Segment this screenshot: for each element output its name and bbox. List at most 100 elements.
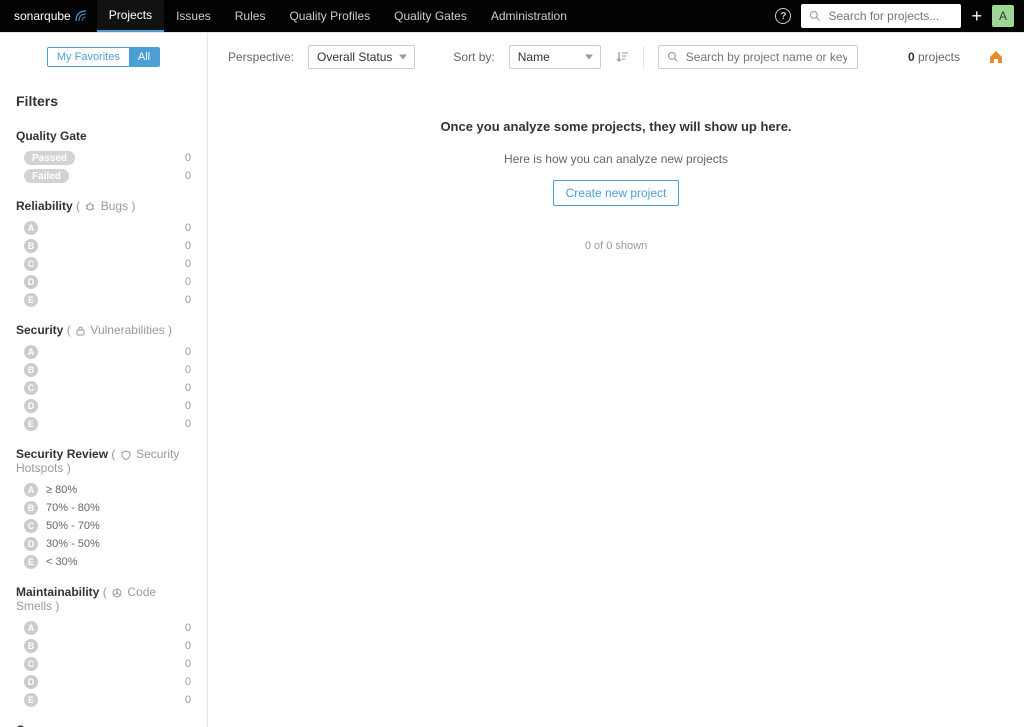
maintainability-rating-e[interactable]: E0 — [0, 691, 207, 709]
rating-count: 0 — [185, 676, 191, 688]
global-search[interactable] — [801, 4, 961, 28]
nav-item-rules[interactable]: Rules — [223, 0, 278, 32]
top-navbar: sonarqube ProjectsIssuesRulesQuality Pro… — [0, 0, 1024, 32]
facet-label: Maintainability — [16, 585, 99, 599]
security-review-c[interactable]: C50% - 70% — [0, 517, 207, 535]
reliability-rating-c[interactable]: C0 — [0, 255, 207, 273]
user-avatar[interactable]: A — [992, 5, 1014, 27]
rating-badge: B — [24, 239, 38, 253]
rating-badge: D — [24, 675, 38, 689]
results-shown-text: 0 of 0 shown — [228, 240, 1004, 252]
security-rating-c[interactable]: C0 — [0, 379, 207, 397]
passed-pill: Passed — [24, 151, 75, 165]
rating-count: 0 — [185, 258, 191, 270]
perspective-label: Perspective: — [228, 50, 294, 64]
projects-count: 0 projects — [908, 50, 960, 64]
home-icon[interactable] — [988, 49, 1004, 65]
rating-badge: A — [24, 221, 38, 235]
sort-label: Sort by: — [453, 50, 494, 64]
maintainability-rating-c[interactable]: C0 — [0, 655, 207, 673]
projects-toolbar: Perspective: Overall Status Sort by: Nam… — [228, 45, 1004, 69]
nav-item-projects[interactable]: Projects — [97, 0, 164, 32]
sort-direction-icon[interactable] — [615, 50, 629, 64]
reliability-rating-e[interactable]: E0 — [0, 291, 207, 309]
search-icon — [667, 51, 679, 63]
projects-count-number: 0 — [908, 50, 915, 64]
facet-quality-gate-title[interactable]: Quality Gate — [0, 115, 207, 149]
facet-label: Security — [16, 323, 63, 337]
rating-count: 0 — [185, 240, 191, 252]
range-label: < 30% — [46, 556, 78, 568]
facet-sublabel: Vulnerabilities — [90, 323, 164, 337]
security-review-b[interactable]: B70% - 80% — [0, 499, 207, 517]
bug-icon — [85, 202, 95, 212]
rating-count: 0 — [185, 294, 191, 306]
perspective-value: Overall Status — [317, 50, 392, 64]
security-rating-b[interactable]: B0 — [0, 361, 207, 379]
facet-sublabel: Bugs — [101, 199, 128, 213]
facet-maintainability-title[interactable]: Maintainability ( Code Smells ) — [0, 571, 207, 619]
tab-all[interactable]: All — [129, 48, 159, 66]
empty-heading: Once you analyze some projects, they wil… — [228, 119, 1004, 134]
facet-security-title[interactable]: Security ( Vulnerabilities ) — [0, 309, 207, 343]
nav-item-administration[interactable]: Administration — [479, 0, 579, 32]
rating-badge: E — [24, 417, 38, 431]
reliability-rating-d[interactable]: D0 — [0, 273, 207, 291]
empty-state: Once you analyze some projects, they wil… — [228, 119, 1004, 252]
tab-my-favorites[interactable]: My Favorites — [48, 48, 129, 66]
search-icon — [809, 10, 821, 22]
security-review-e[interactable]: E < 30% — [0, 553, 207, 571]
range-label: 30% - 50% — [46, 538, 100, 550]
facet-quality-gate-failed[interactable]: Failed 0 — [0, 167, 207, 185]
facet-label: Reliability — [16, 199, 73, 213]
rating-count: 0 — [185, 622, 191, 634]
rating-badge: C — [24, 519, 38, 533]
rating-count: 0 — [185, 364, 191, 376]
nav-item-quality-gates[interactable]: Quality Gates — [382, 0, 479, 32]
security-rating-d[interactable]: D0 — [0, 397, 207, 415]
rating-count: 0 — [185, 346, 191, 358]
create-icon[interactable]: + — [971, 7, 982, 25]
help-icon[interactable]: ? — [775, 8, 791, 24]
facet-quality-gate-passed[interactable]: Passed 0 — [0, 149, 207, 167]
rating-badge: B — [24, 639, 38, 653]
rating-badge: E — [24, 555, 38, 569]
reliability-rating-a[interactable]: A0 — [0, 219, 207, 237]
rating-count: 0 — [185, 382, 191, 394]
rating-badge: B — [24, 363, 38, 377]
passed-count: 0 — [185, 152, 191, 164]
rating-count: 0 — [185, 658, 191, 670]
global-search-input[interactable] — [826, 8, 953, 24]
shield-icon — [121, 450, 131, 460]
security-review-a[interactable]: A≥ 80% — [0, 481, 207, 499]
perspective-select[interactable]: Overall Status — [308, 45, 415, 69]
filters-heading: Filters — [0, 87, 207, 115]
rating-badge: C — [24, 381, 38, 395]
top-right: ? + A — [775, 4, 1014, 28]
facet-reliability-title[interactable]: Reliability ( Bugs ) — [0, 185, 207, 219]
lock-icon — [76, 326, 85, 336]
rating-badge: E — [24, 693, 38, 707]
sort-select[interactable]: Name — [509, 45, 601, 69]
project-search-input[interactable] — [684, 49, 849, 65]
brand-logo[interactable]: sonarqube — [10, 9, 97, 23]
security-rating-e[interactable]: E0 — [0, 415, 207, 433]
maintainability-rating-d[interactable]: D0 — [0, 673, 207, 691]
rating-count: 0 — [185, 418, 191, 430]
reliability-rating-b[interactable]: B0 — [0, 237, 207, 255]
rating-count: 0 — [185, 694, 191, 706]
radiation-icon — [112, 588, 122, 598]
maintainability-rating-b[interactable]: B0 — [0, 637, 207, 655]
project-search[interactable] — [658, 45, 858, 69]
rating-count: 0 — [185, 276, 191, 288]
maintainability-rating-a[interactable]: A0 — [0, 619, 207, 637]
nav-item-issues[interactable]: Issues — [164, 0, 223, 32]
facet-coverage-title[interactable]: Coverage — [0, 709, 207, 727]
facet-security-review-title[interactable]: Security Review ( Security Hotspots ) — [0, 433, 207, 481]
rating-badge: E — [24, 293, 38, 307]
range-label: ≥ 80% — [46, 484, 77, 496]
security-rating-a[interactable]: A0 — [0, 343, 207, 361]
create-project-button[interactable]: Create new project — [553, 180, 680, 206]
nav-item-quality-profiles[interactable]: Quality Profiles — [277, 0, 382, 32]
security-review-d[interactable]: D30% - 50% — [0, 535, 207, 553]
